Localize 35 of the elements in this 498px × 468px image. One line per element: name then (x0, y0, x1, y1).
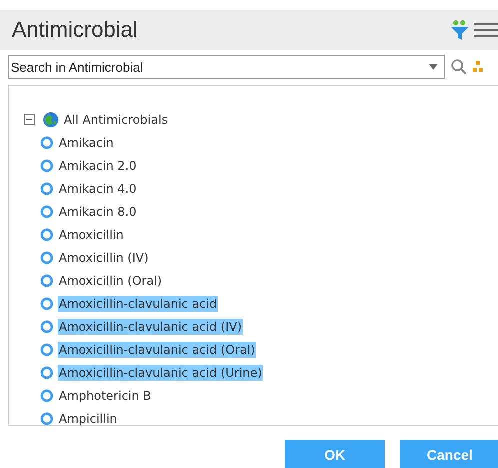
tree-item[interactable]: Amoxicillin-clavulanic acid (IV) (58, 318, 244, 334)
tree-item[interactable]: Amikacin (58, 134, 115, 150)
tree-item[interactable]: Amoxicillin-clavulanic acid (58, 296, 218, 312)
collapse-icon[interactable] (24, 114, 35, 125)
circle-icon (40, 296, 54, 310)
tree-item[interactable]: Amoxicillin (IV) (58, 250, 150, 266)
menu-icon[interactable] (474, 22, 498, 38)
circle-icon (40, 158, 54, 172)
combo-box[interactable]: Search in Antimicrobial (8, 55, 445, 79)
dropdown-caret-icon[interactable] (429, 64, 438, 70)
tree-item[interactable]: Amoxicillin-clavulanic acid (Oral) (58, 342, 256, 358)
tree-item[interactable]: All Antimicrobials (63, 112, 170, 128)
tree-item[interactable]: Ampicillin (58, 410, 118, 425)
circle-icon (40, 274, 54, 288)
circle-icon (40, 342, 54, 356)
circle-icon (40, 228, 54, 242)
tree-item[interactable]: Amphotericin B (58, 388, 152, 404)
tree-item[interactable]: Amoxicillin (58, 226, 125, 242)
tree-item[interactable]: Amikacin 2.0 (58, 158, 138, 174)
circle-icon (40, 320, 54, 334)
circle-icon (40, 412, 54, 425)
filter-icon[interactable] (449, 19, 471, 41)
circle-icon (40, 136, 54, 150)
tree-item[interactable]: Amikacin 8.0 (58, 204, 138, 220)
tree-item[interactable]: Amoxicillin-clavulanic acid (Urine) (58, 364, 264, 380)
circle-icon (40, 204, 54, 218)
globe-icon (43, 112, 59, 128)
panel-title: Antimicrobial (12, 17, 139, 43)
search-icon[interactable] (451, 59, 467, 75)
circle-icon (40, 182, 54, 196)
tree-item[interactable]: Amikacin 4.0 (58, 180, 138, 196)
circle-icon (40, 388, 54, 402)
tree-item[interactable]: Amoxicillin (Oral) (58, 272, 164, 288)
circle-icon (40, 250, 54, 264)
circle-icon (40, 366, 54, 380)
